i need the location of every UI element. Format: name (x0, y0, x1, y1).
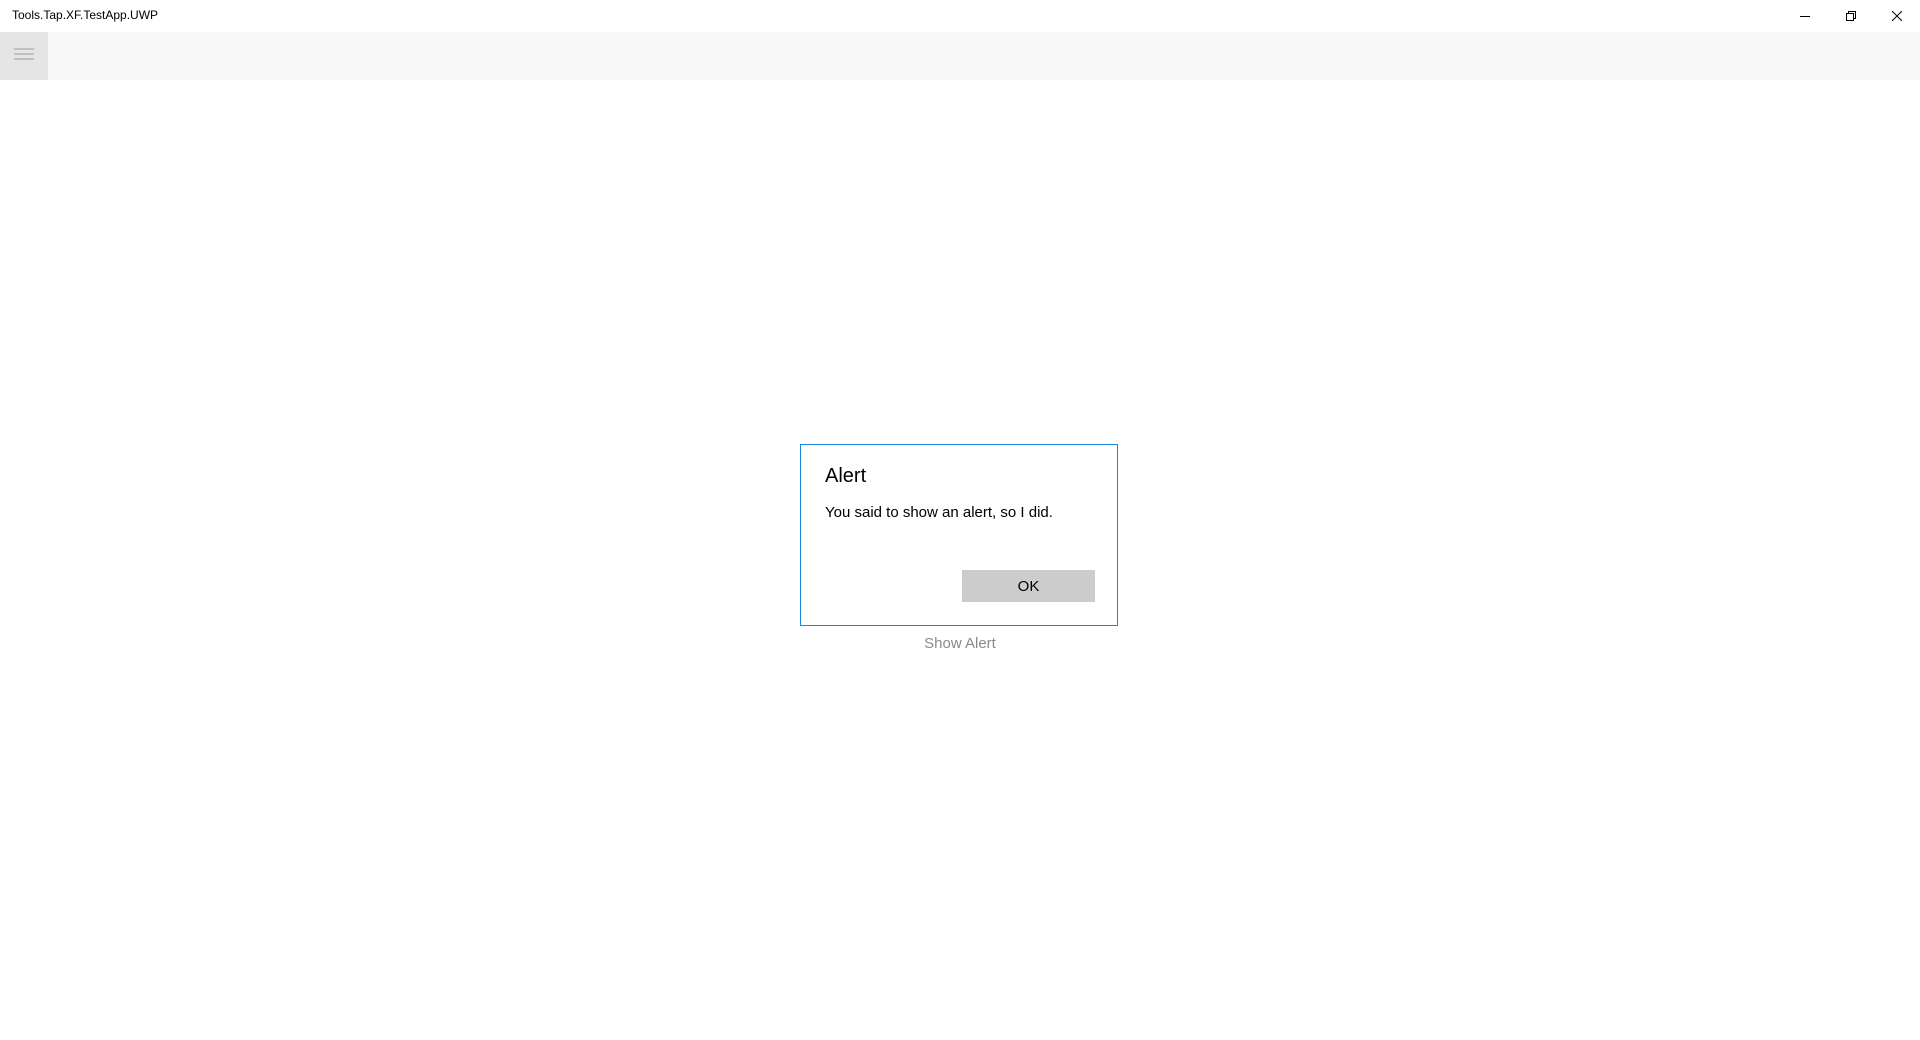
alert-dialog: Alert You said to show an alert, so I di… (800, 444, 1118, 626)
ok-button[interactable]: OK (962, 570, 1095, 602)
dialog-title: Alert (825, 465, 867, 487)
minimize-icon (1800, 11, 1810, 21)
minimize-button[interactable] (1782, 0, 1828, 32)
restore-button[interactable] (1828, 0, 1874, 32)
restore-icon (1846, 11, 1856, 21)
show-alert-button[interactable]: Show Alert (900, 630, 1020, 656)
close-button[interactable] (1874, 0, 1920, 32)
title-bar[interactable]: Tools.Tap.XF.TestApp.UWP (0, 0, 1920, 32)
app-bar (0, 32, 1920, 80)
dialog-message: You said to show an alert, so I did. (825, 504, 1053, 521)
hamburger-menu-button[interactable] (0, 32, 48, 80)
app-window: Tools.Tap.XF.TestApp.UWP Show Alert Aler… (0, 0, 1920, 1040)
hamburger-menu-icon (14, 47, 34, 65)
close-icon (1892, 11, 1902, 21)
window-title: Tools.Tap.XF.TestApp.UWP (12, 8, 159, 22)
